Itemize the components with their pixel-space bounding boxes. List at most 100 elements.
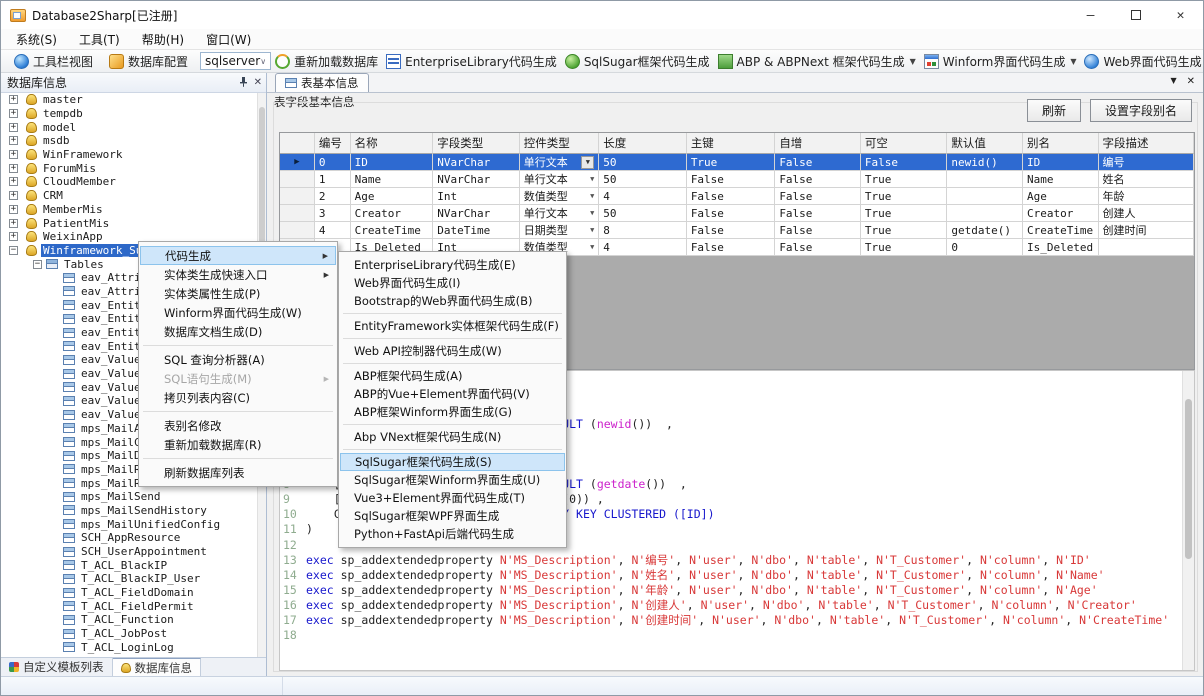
row-indicator[interactable]: [280, 188, 315, 205]
expand-plus-icon[interactable]: +: [9, 177, 18, 186]
winform-codegen-button[interactable]: Winform界面代码生成 ▼: [920, 51, 1081, 72]
tree-item[interactable]: T_ACL_JobPost: [1, 627, 266, 641]
menu-item[interactable]: Abp VNext框架代码生成(N): [340, 428, 565, 446]
grid-cell[interactable]: 4: [599, 239, 687, 256]
grid-cell[interactable]: 编号: [1099, 154, 1194, 171]
menubar-item-3[interactable]: 窗口(W): [195, 29, 262, 50]
grid-cell[interactable]: CreateTime: [1023, 222, 1099, 239]
expand-plus-icon[interactable]: +: [9, 191, 18, 200]
tree-item[interactable]: T_ACL_Function: [1, 613, 266, 627]
grid-cell[interactable]: False: [775, 188, 861, 205]
grid-cell[interactable]: Is_Deleted: [1023, 239, 1099, 256]
menu-item[interactable]: 表别名修改: [140, 416, 336, 435]
grid-cell[interactable]: Creator: [351, 205, 434, 222]
grid-column-header[interactable]: 名称: [351, 133, 434, 154]
grid-cell[interactable]: False: [687, 239, 776, 256]
grid-cell[interactable]: Age: [1023, 188, 1099, 205]
grid-column-header[interactable]: 可空: [861, 133, 948, 154]
web-codegen-button[interactable]: Web界面代码生成 ▼: [1080, 51, 1204, 72]
grid-cell[interactable]: [1099, 239, 1194, 256]
grid-cell[interactable]: 单行文本▼: [520, 205, 600, 222]
grid-cell[interactable]: False: [775, 205, 861, 222]
database-type-select[interactable]: sqlserver ∨: [200, 52, 271, 70]
tree-item[interactable]: SCH_UserAppointment: [1, 545, 266, 559]
expand-plus-icon[interactable]: +: [9, 219, 18, 228]
menu-item[interactable]: Web API控制器代码生成(W): [340, 342, 565, 360]
grid-cell[interactable]: Name: [1023, 171, 1099, 188]
tree-item[interactable]: +WinFramework: [1, 148, 266, 162]
menu-item[interactable]: EnterpriseLibrary代码生成(E): [340, 256, 565, 274]
tree-item[interactable]: mps_MailSend: [1, 490, 266, 504]
close-button[interactable]: ✕: [1158, 1, 1203, 29]
tree-item[interactable]: T_ACL_FieldPermit: [1, 599, 266, 613]
menu-item[interactable]: 代码生成▶: [140, 246, 336, 265]
tree-item[interactable]: T_ACL_BlackIP: [1, 558, 266, 572]
menu-item[interactable]: Python+FastApi后端代码生成: [340, 525, 565, 543]
grid-cell[interactable]: 创建时间: [1099, 222, 1194, 239]
grid-column-header[interactable]: 别名: [1023, 133, 1099, 154]
grid-cell[interactable]: ID: [351, 154, 434, 171]
menu-item[interactable]: Web界面代码生成(I): [340, 274, 565, 292]
pin-icon[interactable]: [239, 76, 248, 90]
grid-column-header[interactable]: 控件类型: [520, 133, 600, 154]
db-config-button[interactable]: 数据库配置: [105, 51, 192, 72]
grid-column-header[interactable]: 编号: [315, 133, 351, 154]
expand-plus-icon[interactable]: +: [9, 123, 18, 132]
combo-dropdown-icon[interactable]: ▼: [590, 209, 594, 217]
grid-cell[interactable]: False: [775, 154, 861, 171]
grid-cell[interactable]: False: [687, 222, 776, 239]
grid-cell[interactable]: [947, 188, 1023, 205]
menubar-item-2[interactable]: 帮助(H): [131, 29, 195, 50]
tree-item[interactable]: T_ACL_LoginLog: [1, 641, 266, 655]
set-field-alias-button[interactable]: 设置字段别名: [1090, 99, 1192, 122]
grid-cell[interactable]: False: [775, 222, 861, 239]
grid-cell[interactable]: 年龄: [1099, 188, 1194, 205]
tree-item[interactable]: mps_MailUnifiedConfig: [1, 517, 266, 531]
menu-item[interactable]: 数据库文档生成(D): [140, 322, 336, 341]
tree-item[interactable]: +tempdb: [1, 107, 266, 121]
row-indicator[interactable]: [280, 205, 315, 222]
grid-cell[interactable]: [947, 171, 1023, 188]
minimize-button[interactable]: –: [1068, 1, 1113, 29]
grid-cell[interactable]: Int: [433, 188, 520, 205]
reload-database-button[interactable]: 重新加载数据库: [271, 51, 382, 72]
grid-cell[interactable]: NVarChar: [433, 154, 520, 171]
chevron-down-icon[interactable]: ▼: [1170, 76, 1176, 87]
menu-item[interactable]: EntityFramework实体框架代码生成(F): [340, 317, 565, 335]
menu-item[interactable]: 拷贝列表内容(C): [140, 388, 336, 407]
grid-cell[interactable]: Age: [351, 188, 434, 205]
expand-plus-icon[interactable]: +: [9, 109, 18, 118]
grid-cell[interactable]: True: [861, 222, 948, 239]
grid-cell[interactable]: 0: [947, 239, 1023, 256]
collapse-minus-icon[interactable]: −: [9, 246, 18, 255]
collapse-minus-icon[interactable]: −: [33, 260, 42, 269]
menu-item[interactable]: Vue3+Element界面代码生成(T): [340, 489, 565, 507]
tree-item[interactable]: +MemberMis: [1, 203, 266, 217]
tree-item[interactable]: +ForumMis: [1, 161, 266, 175]
grid-column-header[interactable]: 字段类型: [433, 133, 520, 154]
grid-cell[interactable]: 4: [315, 222, 351, 239]
grid-cell[interactable]: NVarChar: [433, 205, 520, 222]
grid-cell[interactable]: False: [775, 239, 861, 256]
grid-cell[interactable]: False: [687, 188, 776, 205]
grid-cell[interactable]: 2: [315, 188, 351, 205]
grid-cell[interactable]: False: [861, 154, 948, 171]
maximize-button[interactable]: [1113, 1, 1158, 29]
sqlsugar-codegen-button[interactable]: SqlSugar框架代码生成: [561, 51, 714, 72]
combo-dropdown-icon[interactable]: ▼: [590, 226, 594, 234]
grid-cell[interactable]: True: [861, 239, 948, 256]
menubar-item-0[interactable]: 系统(S): [5, 29, 68, 50]
expand-plus-icon[interactable]: +: [9, 232, 18, 241]
grid-column-header[interactable]: 主键: [687, 133, 776, 154]
tree-item[interactable]: T_ACL_FieldDomain: [1, 586, 266, 600]
menu-item[interactable]: 实体类属性生成(P): [140, 284, 336, 303]
grid-cell[interactable]: NVarChar: [433, 171, 520, 188]
tree-item[interactable]: +PatientMis: [1, 216, 266, 230]
grid-cell[interactable]: Creator: [1023, 205, 1099, 222]
menu-item[interactable]: Winform界面代码生成(W): [140, 303, 336, 322]
grid-cell[interactable]: False: [687, 205, 776, 222]
row-indicator[interactable]: [280, 171, 315, 188]
menu-item[interactable]: 刷新数据库列表: [140, 463, 336, 482]
sql-scrollbar[interactable]: [1182, 371, 1194, 670]
grid-cell[interactable]: 日期类型▼: [520, 222, 600, 239]
